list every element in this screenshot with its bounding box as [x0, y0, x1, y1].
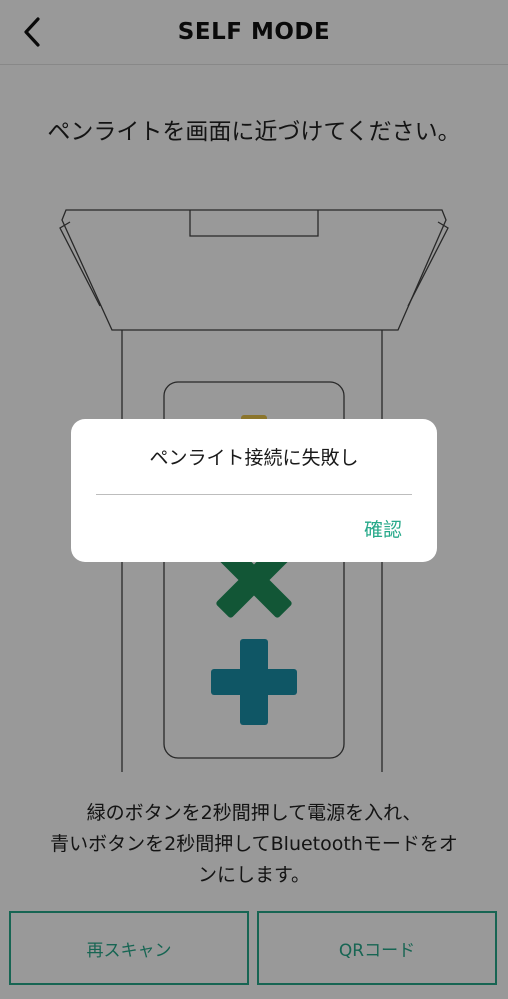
confirm-button[interactable]: 確認	[364, 515, 402, 542]
dialog-divider	[96, 494, 412, 495]
alert-dialog: ペンライト接続に失敗し 確認	[71, 419, 437, 562]
dialog-message: ペンライト接続に失敗し	[149, 447, 359, 469]
